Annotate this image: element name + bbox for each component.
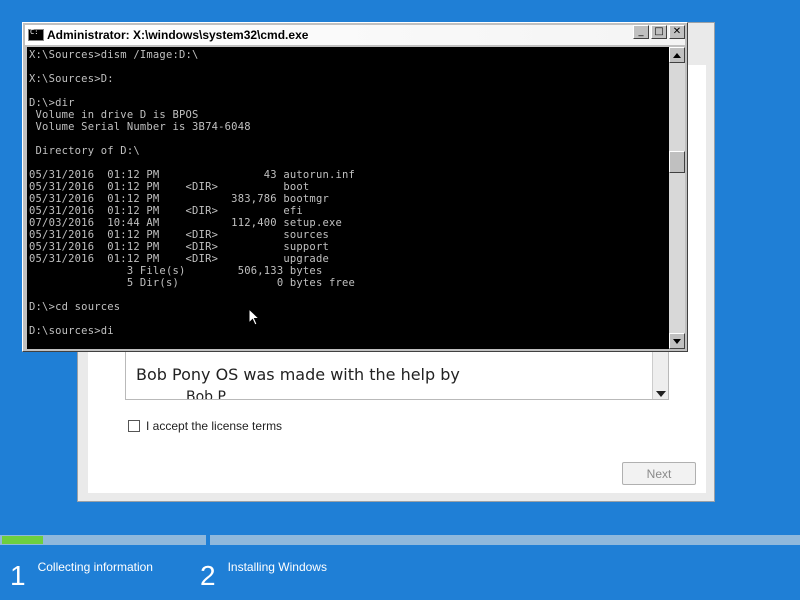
console-line: 5 Dir(s) 0 bytes free [29, 277, 356, 289]
console-line: Volume Serial Number is 3B74-6048 [29, 121, 251, 133]
close-button[interactable]: ✕ [669, 25, 685, 39]
window-controls: _ □ ✕ [633, 25, 685, 39]
next-button[interactable]: Next [622, 462, 696, 485]
license-terms-box[interactable]: Bob Pony OS was made with the help by Bo… [125, 346, 669, 400]
console-line: D:\>dir [29, 97, 75, 109]
console-line: Volume in drive D is BPOS [29, 109, 199, 121]
console-line: 05/31/2016 01:12 PM 383,786 bootmgr [29, 193, 329, 205]
console-line: 05/31/2016 01:12 PM <DIR> sources [29, 229, 329, 241]
scroll-down-icon[interactable] [656, 391, 666, 397]
progress-fill [2, 536, 44, 544]
step-label: Installing Windows [227, 560, 327, 574]
accept-license-label[interactable]: I accept the license terms [146, 419, 282, 433]
console-line: Directory of D:\ [29, 145, 140, 157]
step-label: Collecting information [37, 560, 153, 574]
scroll-up-icon[interactable] [669, 47, 685, 63]
license-text-continued: Bob P [186, 389, 226, 400]
console-line: 05/31/2016 01:12 PM <DIR> boot [29, 181, 310, 193]
cmd-window-title: Administrator: X:\windows\system32\cmd.e… [47, 28, 309, 42]
maximize-button[interactable]: □ [651, 25, 667, 39]
console-line: X:\Sources>dism /Image:D:\ [29, 49, 199, 61]
console-line: D:\sources>di [29, 325, 114, 337]
console-line: 05/31/2016 01:12 PM 43 autorun.inf [29, 169, 356, 181]
console-line: 05/31/2016 01:12 PM <DIR> efi [29, 205, 303, 217]
console-scrollbar[interactable] [669, 47, 685, 349]
license-scrollbar[interactable] [652, 347, 668, 399]
scrollbar-thumb[interactable] [669, 151, 685, 173]
console-line: 05/31/2016 01:12 PM <DIR> support [29, 241, 329, 253]
setup-progress-bar [0, 535, 800, 545]
console-text: X:\Sources>dism /Image:D:\ X:\Sources>D:… [29, 49, 355, 337]
scroll-down-icon[interactable] [669, 333, 685, 349]
progress-segment-installing [210, 535, 800, 545]
step-installing-windows: 2 Installing Windows [200, 558, 327, 590]
cmd-titlebar[interactable]: Administrator: X:\windows\system32\cmd.e… [25, 25, 685, 45]
minimize-button[interactable]: _ [633, 25, 649, 39]
accept-license-checkbox[interactable] [128, 420, 140, 432]
console-line: X:\Sources>D: [29, 73, 114, 85]
step-collecting-information: 1 Collecting information [10, 558, 153, 590]
progress-segment-collecting [0, 535, 206, 545]
console-line: 07/03/2016 10:44 AM 112,400 setup.exe [29, 217, 343, 229]
step-number: 1 [10, 560, 26, 591]
cmd-app-icon[interactable] [28, 28, 44, 41]
cmd-window[interactable]: Administrator: X:\windows\system32\cmd.e… [22, 22, 688, 352]
mouse-cursor-icon [248, 308, 260, 326]
step-number: 2 [200, 560, 216, 591]
accept-license-row[interactable]: I accept the license terms [128, 419, 282, 433]
console-line: 3 File(s) 506,133 bytes [29, 265, 323, 277]
console-output-area[interactable]: X:\Sources>dism /Image:D:\ X:\Sources>D:… [27, 47, 669, 349]
console-line: D:\>cd sources [29, 301, 121, 313]
console-line: 05/31/2016 01:12 PM <DIR> upgrade [29, 253, 329, 265]
license-text: Bob Pony OS was made with the help by [136, 365, 460, 384]
